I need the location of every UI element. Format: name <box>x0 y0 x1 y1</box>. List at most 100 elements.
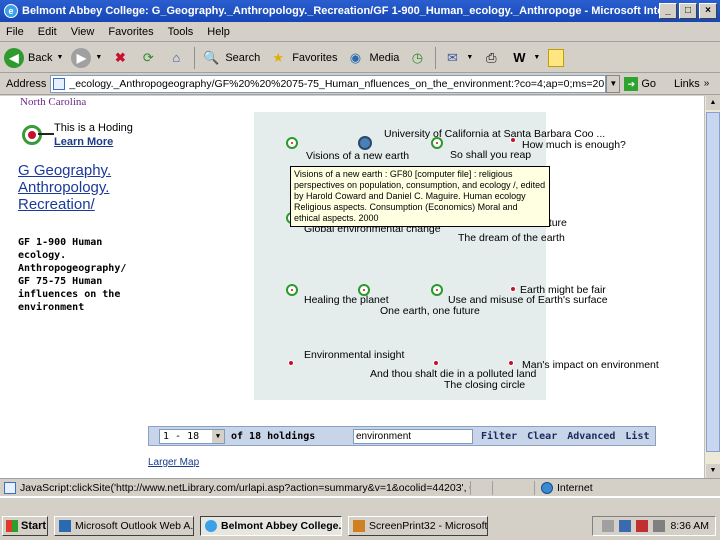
task-ie[interactable]: Belmont Abbey College... <box>200 516 342 536</box>
list-button[interactable]: List <box>625 431 649 442</box>
go-button[interactable]: ➔ Go <box>624 76 656 91</box>
tray-icon[interactable] <box>619 520 632 532</box>
media-label: Media <box>369 51 400 64</box>
outlook-icon <box>59 520 71 532</box>
larger-map-link[interactable]: Larger Map <box>148 457 199 468</box>
refresh-icon: ⟳ <box>142 49 154 65</box>
map-label[interactable]: Man's impact on environment <box>522 359 659 371</box>
clock[interactable]: 8:36 AM <box>670 520 709 532</box>
home-button[interactable]: ⌂ <box>166 48 186 68</box>
task-label: Belmont Abbey College... <box>221 520 342 532</box>
mail-icon: ✉ <box>446 49 458 65</box>
back-button[interactable]: ◀ Back ▼ <box>4 47 63 68</box>
map-label[interactable]: Healing the planet <box>304 294 389 306</box>
media-button[interactable]: ◉ Media <box>345 48 400 68</box>
security-zone: Internet <box>534 480 593 495</box>
favorites-label: Favorites <box>292 51 338 64</box>
discuss-button[interactable] <box>548 48 565 67</box>
clear-button[interactable]: Clear <box>527 431 557 442</box>
map-label[interactable]: The dream of the earth <box>458 232 565 244</box>
menu-file[interactable]: File <box>6 26 24 38</box>
go-arrow-icon: ➔ <box>624 76 639 91</box>
vertical-scrollbar[interactable]: ▲ ▼ <box>704 96 720 478</box>
screenprint-icon <box>353 520 365 532</box>
map-node[interactable] <box>433 360 439 366</box>
print-button[interactable]: ⎙ <box>481 48 501 68</box>
learn-more-link[interactable]: Learn More <box>54 136 133 148</box>
tray-icon[interactable] <box>602 520 615 532</box>
minimize-button[interactable]: _ <box>659 3 677 19</box>
edit-button[interactable]: W ▼ <box>509 48 540 68</box>
advanced-button[interactable]: Advanced <box>567 431 615 442</box>
address-bar: Address _ecology._Anthropogeography/GF%2… <box>0 73 720 95</box>
subject-link[interactable]: G Geography. Anthropology. Recreation/ <box>18 162 128 213</box>
links-button[interactable]: Links <box>674 78 700 90</box>
map-search-bar: 1 - 18 ▼ of 18 holdings environment Filt… <box>148 426 656 446</box>
menu-view[interactable]: View <box>71 26 95 38</box>
map-label[interactable]: Environmental insight <box>304 349 404 361</box>
toolbar: ◀ Back ▼ ▶ ▼ ✖ ⟳ ⌂ 🔍 Search ★ Favorites … <box>0 43 720 73</box>
media-icon: ◉ <box>349 49 362 65</box>
chevron-down-icon: ▼ <box>212 429 224 443</box>
note-icon <box>548 48 565 67</box>
favorites-button[interactable]: ★ Favorites <box>268 48 337 68</box>
holding-legend: This is a Hoding Learn More <box>18 122 133 148</box>
filter-button[interactable]: Filter <box>481 431 517 442</box>
start-label: Start <box>21 520 47 532</box>
page-icon <box>4 481 16 494</box>
back-label: Back <box>28 51 53 64</box>
map-label[interactable]: One earth, one future <box>380 305 480 317</box>
map-node[interactable] <box>510 286 516 292</box>
mail-button[interactable]: ✉ ▼ <box>442 48 473 68</box>
map-node[interactable] <box>286 137 298 149</box>
scroll-thumb[interactable] <box>706 112 720 452</box>
history-button[interactable]: ◷ <box>407 48 427 68</box>
page-content: North Carolina This is a Hoding Learn Mo… <box>0 96 704 478</box>
menu-edit[interactable]: Edit <box>38 26 57 38</box>
map-node[interactable] <box>286 284 298 296</box>
task-outlook[interactable]: Microsoft Outlook Web A... <box>54 516 194 536</box>
start-button[interactable]: Start <box>2 516 48 536</box>
search-icon: 🔍 <box>203 49 220 65</box>
star-icon: ★ <box>272 49 285 65</box>
map-label[interactable]: The closing circle <box>444 379 525 391</box>
chevron-down-icon: ▼ <box>466 54 474 61</box>
address-url: _ecology._Anthropogeography/GF%20%20%207… <box>69 77 607 90</box>
menu-bar: File Edit View Favorites Tools Help <box>0 22 720 42</box>
search-button[interactable]: 🔍 Search <box>201 48 260 68</box>
speaker-icon[interactable] <box>653 520 666 532</box>
maximize-button[interactable]: □ <box>679 3 697 19</box>
holdings-map[interactable]: University of California at Santa Barbar… <box>254 112 659 400</box>
stop-button[interactable]: ✖ <box>110 48 130 68</box>
address-input[interactable]: _ecology._Anthropogeography/GF%20%20%207… <box>50 74 607 93</box>
home-icon: ⌂ <box>172 49 181 65</box>
map-node[interactable] <box>288 360 294 366</box>
menu-favorites[interactable]: Favorites <box>108 26 153 38</box>
address-label: Address <box>6 77 47 90</box>
map-node[interactable] <box>508 360 514 366</box>
page-icon <box>53 77 66 90</box>
tray-icon[interactable] <box>636 520 649 532</box>
range-select[interactable]: 1 - 18 ▼ <box>159 428 225 444</box>
holding-legend-text: This is a Hoding <box>54 122 133 134</box>
forward-button[interactable]: ▶ ▼ <box>71 47 102 68</box>
search-input[interactable]: environment <box>353 428 473 444</box>
map-label[interactable]: How much is enough? <box>522 139 626 151</box>
printer-icon: ⎙ <box>486 49 497 65</box>
holding-icon <box>18 122 54 148</box>
scroll-up-icon[interactable]: ▲ <box>706 96 720 110</box>
globe-icon <box>541 481 553 494</box>
task-screenprint[interactable]: ScreenPrint32 - Microsoft ... <box>348 516 488 536</box>
map-label[interactable]: So shall you reap <box>450 149 531 161</box>
map-node[interactable] <box>431 284 443 296</box>
map-node-selected[interactable] <box>358 136 372 150</box>
status-bar: JavaScript:clickSite('http://www.netLibr… <box>0 478 720 496</box>
menu-help[interactable]: Help <box>207 26 230 38</box>
menu-tools[interactable]: Tools <box>168 26 194 38</box>
map-label[interactable]: Visions of a new earth <box>306 150 409 162</box>
address-dropdown[interactable]: ▼ <box>606 74 621 93</box>
close-button[interactable]: × <box>699 3 717 19</box>
scroll-down-icon[interactable]: ▼ <box>706 464 720 478</box>
stop-icon: ✖ <box>114 49 126 65</box>
refresh-button[interactable]: ⟳ <box>138 48 158 68</box>
